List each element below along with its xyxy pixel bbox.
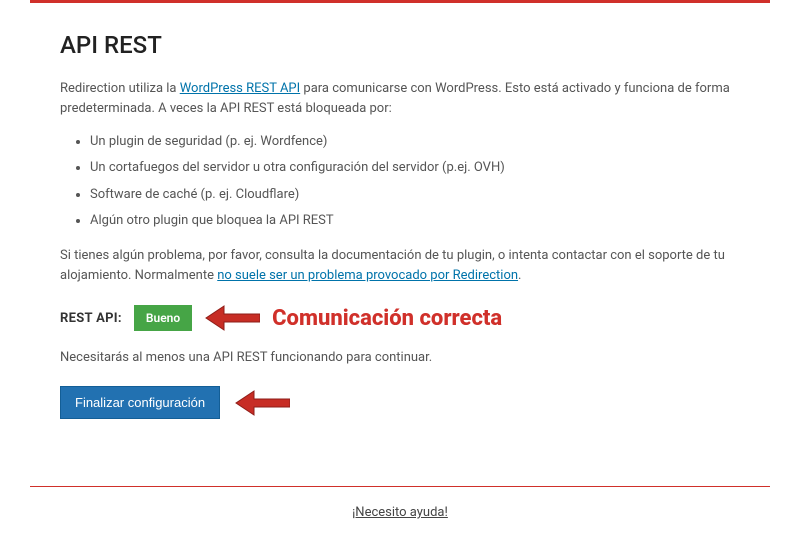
- intro-text-before: Redirection utiliza la: [60, 81, 180, 96]
- troubleshoot-paragraph: Si tienes algún problema, por favor, con…: [60, 246, 740, 286]
- status-label: REST API:: [60, 311, 122, 326]
- arrow-left-icon: [234, 389, 290, 417]
- continue-note: Necesitarás al menos una API REST funcio…: [60, 348, 740, 368]
- need-help-link[interactable]: ¡Necesito ayuda!: [352, 505, 448, 520]
- annotation-text: Comunicación correcta: [272, 306, 502, 331]
- rest-api-status: REST API: Bueno Comunicación correcta: [60, 304, 740, 332]
- intro-paragraph: Redirection utiliza la WordPress REST AP…: [60, 79, 740, 119]
- content-panel: API REST Redirection utiliza la WordPres…: [30, 0, 770, 487]
- status-badge: Bueno: [134, 305, 192, 331]
- list-item: Software de caché (p. ej. Cloudflare): [90, 186, 740, 204]
- list-item: Un cortafuegos del servidor u otra confi…: [90, 159, 740, 177]
- redirection-problem-link[interactable]: no suele ser un problema provocado por R…: [217, 268, 518, 283]
- help-footer: ¡Necesito ayuda!: [0, 487, 800, 520]
- reasons-list: Un plugin de seguridad (p. ej. Wordfence…: [90, 133, 740, 230]
- page-title: API REST: [60, 31, 740, 59]
- action-row: Finalizar configuración: [60, 386, 740, 419]
- list-item: Algún otro plugin que bloquea la API RES…: [90, 212, 740, 230]
- panel-inner: API REST Redirection utiliza la WordPres…: [30, 3, 770, 443]
- arrow-left-icon: [204, 304, 260, 332]
- list-item: Un plugin de seguridad (p. ej. Wordfence…: [90, 133, 740, 151]
- finish-setup-button[interactable]: Finalizar configuración: [60, 386, 220, 419]
- rest-api-docs-link[interactable]: WordPress REST API: [180, 81, 300, 96]
- troubleshoot-text-after: .: [518, 268, 521, 283]
